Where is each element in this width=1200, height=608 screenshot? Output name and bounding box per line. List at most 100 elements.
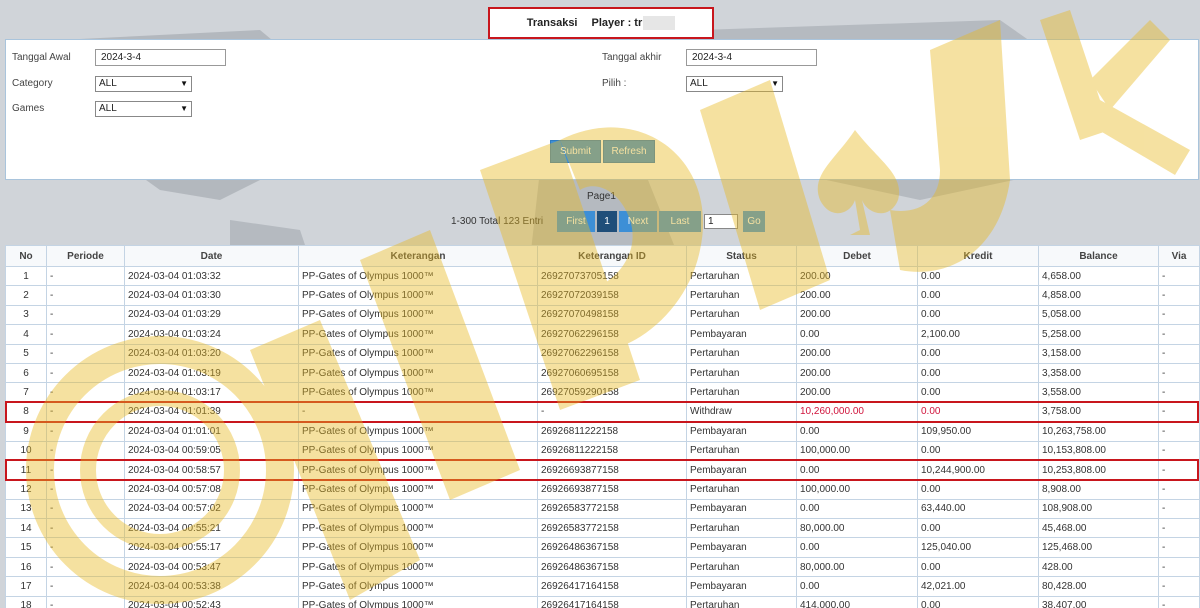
- submit-button[interactable]: Submit: [550, 140, 601, 163]
- table-cell: -: [1158, 421, 1200, 442]
- table-cell: -: [1158, 498, 1200, 520]
- table-cell: 0.00: [796, 459, 918, 481]
- table-row[interactable]: 3-2024-03-04 01:03:29 PP-Gates of Olympus…: [5, 304, 1200, 326]
- table-cell: PP-Gates of Olympus 1000™: [298, 382, 538, 403]
- table-cell: -: [46, 479, 125, 500]
- table-cell: 11: [5, 459, 47, 481]
- chevron-down-icon: ▼: [180, 104, 188, 113]
- table-cell: -: [1158, 401, 1200, 423]
- table-cell: 10: [5, 440, 47, 461]
- games-value: ALL: [99, 103, 117, 114]
- go-button[interactable]: Go: [743, 211, 765, 232]
- table-cell: -: [46, 362, 125, 384]
- pilih-label: Pilih :: [602, 78, 627, 89]
- games-select[interactable]: ALL ▼: [95, 101, 192, 117]
- table-cell: -: [46, 518, 125, 539]
- table-cell: 0.00: [796, 498, 918, 520]
- table-cell: 2024-03-04 00:59:05: [124, 440, 299, 461]
- table-cell: 0.00: [917, 343, 1039, 364]
- table-cell: -: [1158, 556, 1200, 578]
- table-cell: -: [1158, 304, 1200, 326]
- table-row[interactable]: 6-2024-03-04 01:03:19 PP-Gates of Olympus…: [5, 362, 1200, 384]
- table-row[interactable]: 9-2024-03-04 01:01:01 PP-Gates of Olympus…: [5, 421, 1200, 442]
- column-header: Periode: [46, 245, 125, 267]
- table-row[interactable]: 18-2024-03-04 00:52:43 PP-Gates of Olympu…: [5, 595, 1200, 608]
- table-cell: 26926486367158: [537, 556, 687, 578]
- table-row[interactable]: 11-2024-03-04 00:58:57 PP-Gates of Olympu…: [5, 459, 1200, 481]
- table-cell: 10,253,808.00: [1038, 459, 1159, 481]
- table-cell: 109,950.00: [917, 421, 1039, 442]
- table-cell: 26926583772158: [537, 518, 687, 539]
- table-cell: 100,000.00: [796, 479, 918, 500]
- table-row[interactable]: 4-2024-03-04 01:03:24 PP-Gates of Olympus…: [5, 324, 1200, 345]
- table-cell: PP-Gates of Olympus 1000™: [298, 556, 538, 578]
- table-cell: 4: [5, 324, 47, 345]
- table-cell: Pembayaran: [686, 576, 797, 597]
- table-cell: 26926486367158: [537, 537, 687, 558]
- table-row[interactable]: 8-2024-03-04 01:01:39- - Withdraw 10,260,00…: [5, 401, 1200, 423]
- table-cell: 2024-03-04 00:55:21: [124, 518, 299, 539]
- page: Transaksi Player : tr Tanggal Awal 2024-…: [0, 0, 1200, 608]
- pilih-select[interactable]: ALL ▼: [686, 76, 783, 92]
- table-cell: Withdraw: [686, 401, 797, 423]
- page-number-input[interactable]: 1: [704, 214, 738, 229]
- table-cell: -: [1158, 576, 1200, 597]
- table-cell: 2,100.00: [917, 324, 1039, 345]
- table-row[interactable]: 7-2024-03-04 01:03:17 PP-Gates of Olympus…: [5, 382, 1200, 403]
- table-cell: 3,558.00: [1038, 382, 1159, 403]
- table-cell: 42,021.00: [917, 576, 1039, 597]
- table-row[interactable]: 17-2024-03-04 00:53:38 PP-Gates of Olympu…: [5, 576, 1200, 597]
- table-cell: 2024-03-04 00:55:17: [124, 537, 299, 558]
- page-indicator: Page1: [587, 191, 616, 202]
- filter-panel: Tanggal Awal 2024-3-4 Category ALL ▼ Gam…: [5, 39, 1199, 180]
- table-cell: 6: [5, 362, 47, 384]
- tanggal-akhir-input[interactable]: 2024-3-4: [686, 49, 817, 66]
- table-cell: 14: [5, 518, 47, 539]
- table-row[interactable]: 1-2024-03-04 01:03:32 PP-Gates of Olympus…: [5, 265, 1200, 287]
- table-row[interactable]: 16-2024-03-04 00:53:47 PP-Gates of Olympu…: [5, 556, 1200, 578]
- last-page-button[interactable]: Last: [659, 211, 701, 232]
- first-page-button[interactable]: First: [557, 211, 595, 232]
- table-row[interactable]: 15-2024-03-04 00:55:17 PP-Gates of Olympu…: [5, 537, 1200, 558]
- table-row[interactable]: 5-2024-03-04 01:03:20 PP-Gates of Olympus…: [5, 343, 1200, 364]
- table-cell: 1: [5, 265, 47, 287]
- table-cell: Pembayaran: [686, 498, 797, 520]
- table-cell: 2024-03-04 01:03:29: [124, 304, 299, 326]
- table-cell: PP-Gates of Olympus 1000™: [298, 479, 538, 500]
- column-header: Via: [1158, 245, 1200, 267]
- table-cell: 12: [5, 479, 47, 500]
- table-cell: 2024-03-04 01:03:17: [124, 382, 299, 403]
- player-label: Player : tr: [591, 17, 643, 29]
- table-cell: Pertaruhan: [686, 343, 797, 364]
- table-cell: 80,000.00: [796, 518, 918, 539]
- table-body: 1-2024-03-04 01:03:32 PP-Gates of Olympus…: [5, 265, 1200, 608]
- pilih-value: ALL: [690, 78, 708, 89]
- table-cell: -: [46, 285, 125, 306]
- table-cell: 0.00: [917, 401, 1039, 423]
- table-cell: PP-Gates of Olympus 1000™: [298, 518, 538, 539]
- table-row[interactable]: 14-2024-03-04 00:55:21 PP-Gates of Olympu…: [5, 518, 1200, 539]
- table-row[interactable]: 10-2024-03-04 00:59:05 PP-Gates of Olympu…: [5, 440, 1200, 461]
- table-cell: 414,000.00: [796, 595, 918, 608]
- table-cell: 200.00: [796, 382, 918, 403]
- table-row[interactable]: 2-2024-03-04 01:03:30 PP-Gates of Olympus…: [5, 285, 1200, 306]
- table-cell: -: [1158, 518, 1200, 539]
- table-row[interactable]: 13-2024-03-04 00:57:02 PP-Gates of Olympu…: [5, 498, 1200, 520]
- next-page-button[interactable]: Next: [619, 211, 657, 232]
- current-page-button[interactable]: 1: [597, 211, 617, 232]
- table-cell: -: [298, 401, 538, 423]
- category-select[interactable]: ALL ▼: [95, 76, 192, 92]
- table-cell: -: [46, 324, 125, 345]
- table-cell: -: [1158, 362, 1200, 384]
- table-cell: 38,407.00: [1038, 595, 1159, 608]
- tanggal-awal-input[interactable]: 2024-3-4: [95, 49, 226, 66]
- table-cell: 26926417164158: [537, 576, 687, 597]
- table-cell: 80,000.00: [796, 556, 918, 578]
- table-row[interactable]: 12-2024-03-04 00:57:08 PP-Gates of Olympu…: [5, 479, 1200, 500]
- table-cell: 2024-03-04 00:53:38: [124, 576, 299, 597]
- refresh-button[interactable]: Refresh: [603, 140, 655, 163]
- chevron-down-icon: ▼: [180, 79, 188, 88]
- redacted-name: [643, 16, 676, 30]
- table-cell: -: [1158, 324, 1200, 345]
- table-cell: 2024-03-04 01:03:20: [124, 343, 299, 364]
